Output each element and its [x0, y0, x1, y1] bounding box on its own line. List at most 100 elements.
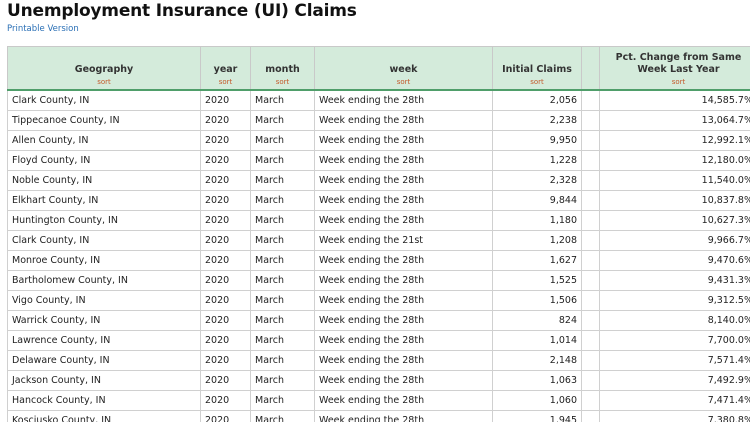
cell-geography: Allen County, IN: [7, 130, 201, 151]
cell-geography: Tippecanoe County, IN: [7, 110, 201, 131]
cell-initial-claims: 1,060: [492, 390, 582, 411]
cell-geography: Bartholomew County, IN: [7, 270, 201, 291]
column-header-label: week: [389, 64, 418, 75]
cell-geography: Monroe County, IN: [7, 250, 201, 271]
cell-pct-change: 9,966.7%: [599, 230, 750, 251]
cell-initial-claims: 1,014: [492, 330, 582, 351]
cell-year: 2020: [200, 210, 251, 231]
cell-month: March: [250, 270, 315, 291]
column-header-label: Geography: [74, 64, 134, 75]
cell-spacer: [581, 410, 600, 422]
cell-pct-change: 7,380.8%: [599, 410, 750, 422]
cell-initial-claims: 1,208: [492, 230, 582, 251]
cell-geography: Delaware County, IN: [7, 350, 201, 371]
cell-spacer: [581, 230, 600, 251]
cell-initial-claims: 2,328: [492, 170, 582, 191]
cell-initial-claims: 2,056: [492, 89, 582, 111]
column-header-geography: Geography sort: [7, 46, 201, 91]
cell-pct-change: 10,627.3%: [599, 210, 750, 231]
cell-pct-change: 9,470.6%: [599, 250, 750, 271]
table-row: Jackson County, IN 2020 March Week ending t…: [7, 370, 750, 391]
cell-initial-claims: 1,063: [492, 370, 582, 391]
column-header-spacer: [581, 46, 600, 91]
cell-geography: Huntington County, IN: [7, 210, 201, 231]
table-row: Allen County, IN 2020 March Week ending the…: [7, 130, 750, 151]
cell-year: 2020: [200, 290, 251, 311]
cell-year: 2020: [200, 130, 251, 151]
cell-week: Week ending the 28th: [314, 270, 493, 291]
cell-initial-claims: 1,506: [492, 290, 582, 311]
cell-initial-claims: 9,844: [492, 190, 582, 211]
cell-geography: Noble County, IN: [7, 170, 201, 191]
cell-week: Week ending the 28th: [314, 130, 493, 151]
cell-spacer: [581, 390, 600, 411]
table-row: Elkhart County, IN 2020 March Week ending t…: [7, 190, 750, 211]
sort-year-link[interactable]: sort: [201, 78, 250, 86]
cell-week: Week ending the 28th: [314, 350, 493, 371]
sort-geography-link[interactable]: sort: [8, 78, 200, 86]
cell-spacer: [581, 130, 600, 151]
cell-spacer: [581, 370, 600, 391]
cell-month: March: [250, 390, 315, 411]
cell-pct-change: 13,064.7%: [599, 110, 750, 131]
cell-year: 2020: [200, 310, 251, 331]
cell-spacer: [581, 290, 600, 311]
table-row: Tippecanoe County, IN 2020 March Week endin…: [7, 110, 750, 131]
cell-pct-change: 7,700.0%: [599, 330, 750, 351]
cell-month: March: [250, 190, 315, 211]
sort-pct-change-link[interactable]: sort: [600, 78, 750, 86]
sort-month-link[interactable]: sort: [251, 78, 314, 86]
cell-week: Week ending the 28th: [314, 310, 493, 331]
cell-geography: Warrick County, IN: [7, 310, 201, 331]
cell-spacer: [581, 170, 600, 191]
cell-pct-change: 8,140.0%: [599, 310, 750, 331]
cell-initial-claims: 1,525: [492, 270, 582, 291]
cell-month: March: [250, 290, 315, 311]
cell-week: Week ending the 28th: [314, 150, 493, 171]
table-row: Clark County, IN 2020 March Week ending the…: [7, 89, 750, 111]
cell-pct-change: 12,180.0%: [599, 150, 750, 171]
page-title: Unemployment Insurance (UI) Claims: [7, 1, 357, 21]
cell-spacer: [581, 350, 600, 371]
table-row: Floyd County, IN 2020 March Week ending the…: [7, 150, 750, 171]
sort-initial-claims-link[interactable]: sort: [493, 78, 581, 86]
cell-spacer: [581, 270, 600, 291]
cell-initial-claims: 1,228: [492, 150, 582, 171]
table-row: Kosciusko County, IN 2020 March Week ending…: [7, 410, 750, 422]
cell-geography: Clark County, IN: [7, 89, 201, 111]
cell-year: 2020: [200, 150, 251, 171]
table-header-row: Geography sort year sort month sort week…: [7, 46, 750, 91]
cell-initial-claims: 9,950: [492, 130, 582, 151]
table-row: Delaware County, IN 2020 March Week ending …: [7, 350, 750, 371]
column-header-label: Initial Claims: [502, 64, 572, 75]
cell-year: 2020: [200, 110, 251, 131]
table-row: Bartholomew County, IN 2020 March Week endi…: [7, 270, 750, 291]
table-row: Vigo County, IN 2020 March Week ending the …: [7, 290, 750, 311]
claims-table: Geography sort year sort month sort week…: [7, 46, 750, 422]
cell-month: March: [250, 370, 315, 391]
cell-month: March: [250, 310, 315, 331]
cell-spacer: [581, 310, 600, 331]
cell-initial-claims: 1,180: [492, 210, 582, 231]
cell-year: 2020: [200, 250, 251, 271]
printable-version-link[interactable]: Printable Version: [7, 24, 79, 34]
cell-month: March: [250, 110, 315, 131]
table-row: Hancock County, IN 2020 March Week ending t…: [7, 390, 750, 411]
sort-week-link[interactable]: sort: [315, 78, 492, 86]
cell-pct-change: 10,837.8%: [599, 190, 750, 211]
cell-week: Week ending the 28th: [314, 170, 493, 191]
cell-month: March: [250, 130, 315, 151]
table-row: Clark County, IN 2020 March Week ending the…: [7, 230, 750, 251]
cell-pct-change: 9,431.3%: [599, 270, 750, 291]
cell-week: Week ending the 28th: [314, 330, 493, 351]
cell-initial-claims: 824: [492, 310, 582, 331]
cell-initial-claims: 2,238: [492, 110, 582, 131]
cell-year: 2020: [200, 190, 251, 211]
cell-week: Week ending the 28th: [314, 410, 493, 422]
cell-week: Week ending the 28th: [314, 250, 493, 271]
cell-pct-change: 11,540.0%: [599, 170, 750, 191]
cell-pct-change: 12,992.1%: [599, 130, 750, 151]
cell-spacer: [581, 89, 600, 111]
cell-geography: Hancock County, IN: [7, 390, 201, 411]
cell-week: Week ending the 28th: [314, 390, 493, 411]
